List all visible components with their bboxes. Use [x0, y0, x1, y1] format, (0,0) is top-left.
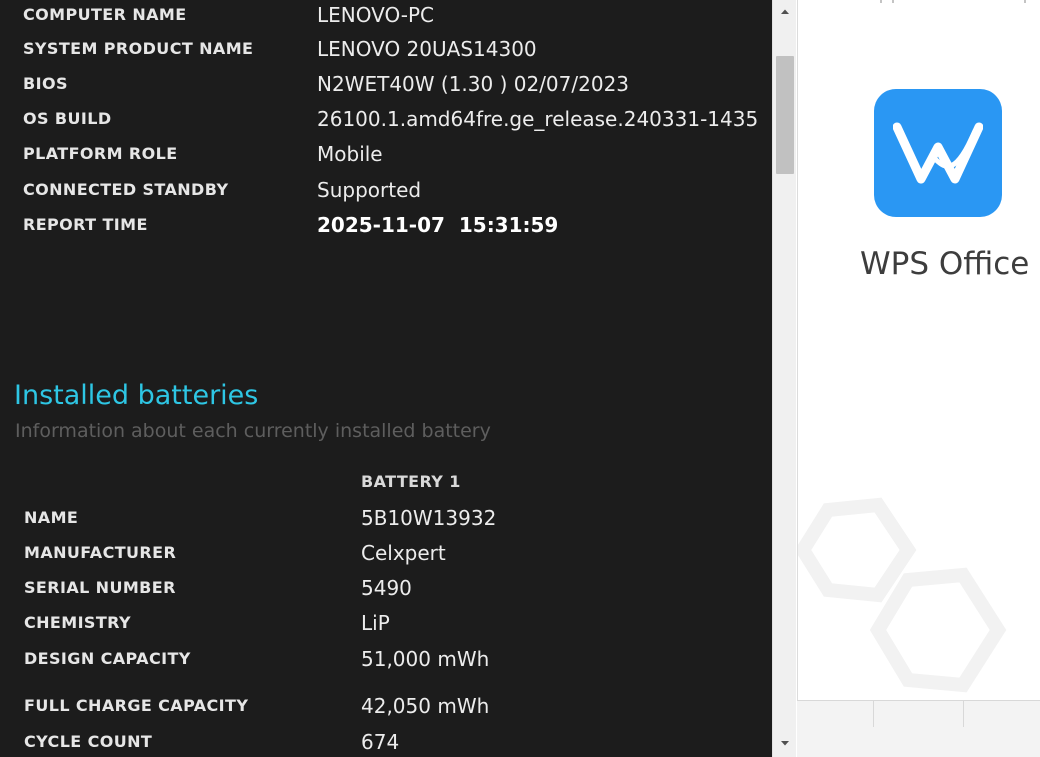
scroll-down-arrow-icon[interactable]: [773, 732, 796, 754]
wps-splash-window: WPS Office: [797, 0, 1040, 700]
section-title: Installed batteries: [14, 380, 259, 411]
info-value: N2WET40W (1.30 ) 02/07/2023: [317, 72, 630, 96]
battery-label: DESIGN CAPACITY: [24, 649, 191, 668]
battery-label: CYCLE COUNT: [24, 732, 153, 751]
info-label: PLATFORM ROLE: [23, 144, 178, 163]
info-value: LENOVO 20UAS14300: [317, 37, 537, 61]
battery-column-header: BATTERY 1: [361, 472, 461, 491]
battery-row-full-charge-capacity: FULL CHARGE CAPACITY 42,050 mWh: [0, 691, 772, 721]
battery-label: SERIAL NUMBER: [24, 578, 176, 597]
scrollbar-thumb[interactable]: [776, 56, 794, 174]
battery-row-design-capacity: DESIGN CAPACITY 51,000 mWh: [0, 644, 772, 674]
battery-value: 5B10W13932: [361, 506, 497, 530]
app-name-label: WPS Office: [860, 246, 1030, 282]
info-row-computer-name: COMPUTER NAME LENOVO-PC: [0, 0, 772, 30]
wps-bottom-bar: [797, 700, 1040, 757]
info-value: Mobile: [317, 142, 383, 166]
battery-value: 5490: [361, 576, 412, 600]
battery-label: NAME: [24, 508, 79, 527]
info-value: LENOVO-PC: [317, 3, 435, 27]
battery-row-manufacturer: MANUFACTURER Celxpert: [0, 538, 772, 568]
window-edge-marks-icon: [880, 0, 1026, 3]
battery-value: Celxpert: [361, 541, 446, 565]
battery-value: 674: [361, 730, 400, 754]
info-label: CONNECTED STANDBY: [23, 180, 229, 199]
info-row-report-time: REPORT TIME 2025-11-07 15:31:59: [0, 210, 772, 240]
battery-row-serial-number: SERIAL NUMBER 5490: [0, 573, 772, 603]
wps-logo-icon: [874, 89, 1002, 217]
battery-value: 42,050 mWh: [361, 694, 490, 718]
info-row-bios: BIOS N2WET40W (1.30 ) 02/07/2023: [0, 69, 772, 99]
scroll-up-arrow-icon[interactable]: [773, 0, 796, 22]
info-label: BIOS: [23, 74, 68, 93]
battery-row-cycle-count: CYCLE COUNT 674: [0, 727, 772, 757]
battery-report-page: COMPUTER NAME LENOVO-PC SYSTEM PRODUCT N…: [0, 0, 772, 757]
info-label: REPORT TIME: [23, 215, 148, 234]
bar-cell: [873, 701, 964, 727]
info-row-connected-standby: CONNECTED STANDBY Supported: [0, 175, 772, 205]
info-label: SYSTEM PRODUCT NAME: [23, 39, 254, 58]
info-label: OS BUILD: [23, 109, 112, 128]
battery-row-chemistry: CHEMISTRY LiP: [0, 608, 772, 638]
battery-value: LiP: [361, 611, 390, 635]
battery-label: CHEMISTRY: [24, 613, 132, 632]
info-row-system-product-name: SYSTEM PRODUCT NAME LENOVO 20UAS14300: [0, 34, 772, 64]
info-row-os-build: OS BUILD 26100.1.amd64fre.ge_release.240…: [0, 104, 772, 134]
info-value: Supported: [317, 178, 422, 202]
battery-label: FULL CHARGE CAPACITY: [24, 696, 249, 715]
info-value: 26100.1.amd64fre.ge_release.240331-1435: [317, 107, 759, 131]
battery-label: MANUFACTURER: [24, 543, 177, 562]
vertical-scrollbar[interactable]: [772, 0, 796, 757]
info-row-platform-role: PLATFORM ROLE Mobile: [0, 139, 772, 169]
battery-value: 51,000 mWh: [361, 647, 490, 671]
hexagon-pattern-icon: [798, 497, 1007, 693]
info-value: 2025-11-07 15:31:59: [317, 213, 559, 237]
battery-row-name: NAME 5B10W13932: [0, 503, 772, 533]
section-subtitle: Information about each currently install…: [15, 420, 491, 442]
bar-cell: [797, 701, 874, 727]
info-label: COMPUTER NAME: [23, 5, 187, 24]
